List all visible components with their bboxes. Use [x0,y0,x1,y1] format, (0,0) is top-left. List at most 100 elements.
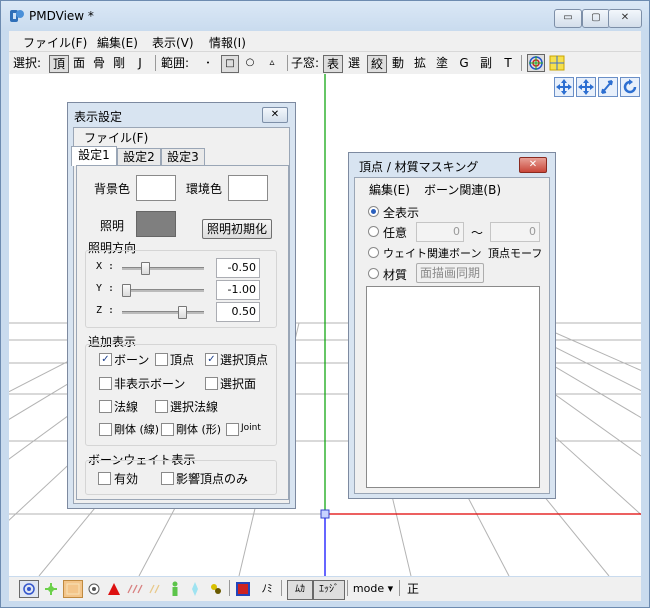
menu-info[interactable]: 情報(I) [209,34,246,51]
child-display-button[interactable]: 表 [323,55,343,73]
weight-enabled-label: 有効 [114,472,139,486]
bone-checkbox[interactable]: ✓ [99,353,112,366]
weight-bone-radio[interactable] [368,247,379,258]
edge-toggle[interactable]: ｴｯｼﾞ [313,580,345,600]
close-button[interactable]: ✕ [608,9,642,28]
cyan-figure-icon[interactable] [189,581,201,597]
menu-view[interactable]: 表示(V) [152,34,194,51]
grid-icon[interactable] [549,55,565,71]
title-bar: PMDView * ▭ ▢ ✕ [1,1,649,31]
masking-edit-menu[interactable]: 編集(E) [369,181,410,198]
child-scale-button[interactable]: 拡 [412,55,428,71]
status-separator [281,580,282,596]
x-slider-track[interactable] [122,267,204,270]
masking-dialog-close-button[interactable]: ✕ [519,157,547,173]
nomi-toggle[interactable]: ﾉﾐ [257,580,277,598]
arbitrary-radio[interactable] [368,226,379,237]
rigid-shape-checkbox[interactable] [161,423,174,436]
green-bone-icon[interactable] [43,581,59,597]
selected-vertex-label: 選択頂点 [220,353,269,367]
select-vertex-button[interactable]: 頂 [49,55,69,73]
select-label: 選択: [13,56,42,70]
pan-view-icon [576,77,596,97]
normal-checkbox[interactable] [99,400,112,413]
rigid-line-checkbox[interactable] [99,423,112,436]
child-sub-button[interactable]: 副 [478,55,494,71]
sync-face-draw-button[interactable]: 面描画同期 [416,263,484,283]
y-value-input[interactable]: -1.00 [216,280,260,300]
wire-icon[interactable] [127,583,143,595]
front-view-button[interactable]: 正 [405,580,421,598]
vertex-checkbox[interactable] [155,353,168,366]
maximize-button[interactable]: ▢ [582,9,610,28]
vertex-morph-label[interactable]: 頂点モーフ [488,245,542,261]
select-bone-button[interactable]: 骨 [91,55,107,71]
radio-target-icon[interactable] [19,580,39,598]
child-move-button[interactable]: 動 [390,55,406,71]
y-slider-track[interactable] [122,289,204,292]
normal-label: 法線 [114,400,139,414]
green-person-icon[interactable] [169,581,181,597]
bg-color-swatch[interactable] [136,175,176,201]
selected-face-checkbox[interactable] [205,377,218,390]
weight-bone-label: ウェイト関連ボーン [383,247,482,260]
child-group-button[interactable]: G [457,55,471,71]
env-color-swatch[interactable] [228,175,268,201]
red-triangle-icon[interactable] [107,582,121,596]
origin-marker[interactable] [320,509,330,519]
tab-settings-1[interactable]: 設定1 [71,146,117,166]
select-face-button[interactable]: 面 [71,55,87,71]
selected-face-label: 選択面 [220,377,257,391]
mukashi-toggle[interactable]: ﾑｶ [287,580,313,600]
hidden-bone-label: 非表示ボーン [114,377,186,391]
z-slider-thumb[interactable] [177,306,187,319]
joint-checkbox[interactable] [226,423,239,436]
rigid-shape-label: 剛体 (形) [176,423,222,436]
masking-bone-menu[interactable]: ボーン関連(B) [424,181,501,198]
toolbar-separator [287,55,288,71]
tab-settings-2[interactable]: 設定2 [117,148,161,166]
child-text-button[interactable]: T [501,55,515,71]
minimize-button[interactable]: ▭ [554,9,582,28]
show-all-radio[interactable] [368,206,379,217]
light-reset-button[interactable]: 照明初期化 [202,219,272,239]
select-rigid-button[interactable]: 剛 [111,55,127,71]
select-joint-button[interactable]: J [133,55,147,71]
x-value-input[interactable]: -0.50 [216,258,260,278]
x-slider-thumb[interactable] [140,262,150,275]
target-icon[interactable] [527,54,545,72]
display-dialog-file-menu[interactable]: ファイル(F) [84,129,148,146]
range-circle-button[interactable]: ○ [243,55,257,71]
material-color-icon[interactable] [235,581,251,597]
material-radio[interactable] [368,268,379,279]
child-filter-button[interactable]: 絞 [367,55,387,73]
range-rect-button[interactable]: □ [221,55,239,73]
selected-normal-checkbox[interactable] [155,400,168,413]
child-paint-button[interactable]: 塗 [434,55,450,71]
selection-icon[interactable] [63,580,83,598]
selected-vertex-checkbox[interactable]: ✓ [205,353,218,366]
z-slider-track[interactable] [122,311,204,314]
affected-vertex-only-checkbox[interactable] [161,472,174,485]
display-dialog-close-button[interactable]: ✕ [262,107,288,123]
circle-icon[interactable] [87,582,101,596]
wire-alt-icon[interactable] [149,583,165,595]
material-list[interactable] [366,286,540,488]
z-value-input[interactable]: 0.50 [216,302,260,322]
toolbar-separator [155,55,156,71]
y-slider-thumb[interactable] [122,284,131,297]
range-to-input[interactable]: 0 [490,222,540,242]
light-color-swatch[interactable] [136,211,176,237]
weight-enabled-checkbox[interactable] [98,472,111,485]
range-point-button[interactable]: ･ [201,55,215,71]
hidden-bone-checkbox[interactable] [99,377,112,390]
move-view-icon [554,77,574,97]
child-select-button[interactable]: 選 [346,55,362,71]
multi-color-icon[interactable] [209,582,223,596]
menu-file[interactable]: ファイル(F) [23,34,87,51]
mode-dropdown[interactable]: mode ▾ [351,580,395,598]
tab-settings-3[interactable]: 設定3 [161,148,205,166]
range-triangle-button[interactable]: ▵ [265,55,279,71]
range-from-input[interactable]: 0 [416,222,464,242]
menu-edit[interactable]: 編集(E) [97,34,138,51]
